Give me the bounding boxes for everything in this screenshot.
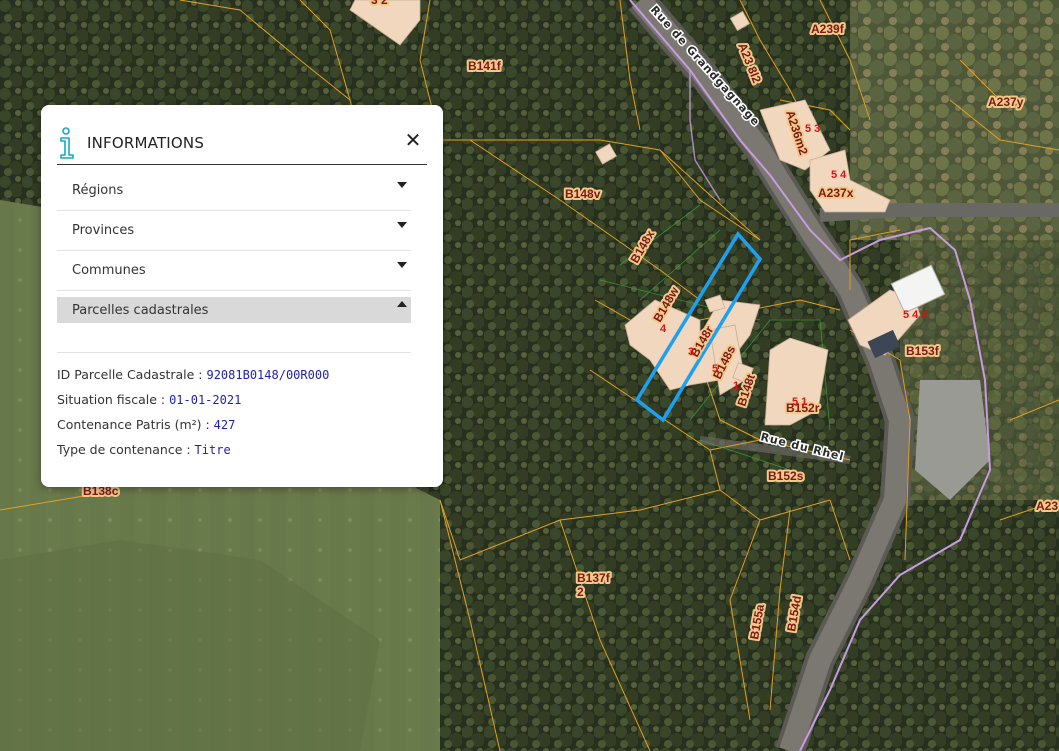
parcel-label: B153f — [906, 344, 940, 358]
section-label: Parcelles cadastrales — [72, 302, 209, 318]
parcel-label: B152s — [768, 469, 804, 483]
attribute-label: Contenance Patris (m²) : — [57, 417, 214, 432]
section-parcelles-cadastrales[interactable]: Parcelles cadastrales — [57, 291, 411, 353]
attribute-id-parcelle: ID Parcelle Cadastrale : 92081B0148/00R0… — [57, 367, 329, 382]
attribute-value: 92081B0148/00R000 — [206, 368, 330, 382]
house-number: 1 — [733, 380, 739, 392]
panel-content[interactable]: Régions Provinces Communes Parcelles cad… — [57, 171, 427, 471]
attribute-value: 01-01-2021 — [169, 393, 242, 407]
parcel-label: 3 2 — [371, 0, 388, 7]
section-communes[interactable]: Communes — [57, 251, 411, 291]
parcel-label: B148v — [565, 187, 601, 201]
attribute-label: Situation fiscale : — [57, 392, 170, 407]
attribute-label: ID Parcelle Cadastrale : — [57, 367, 207, 382]
attribute-contenance: Contenance Patris (m²) : 427 — [57, 417, 235, 432]
house-number: 5 4 — [831, 169, 847, 181]
section-label: Régions — [72, 182, 124, 198]
house-number: 4 — [660, 323, 667, 335]
panel-header: INFORMATIONS ✕ — [57, 121, 427, 165]
chevron-down-icon — [397, 222, 407, 228]
house-number: 5 4 A — [903, 309, 929, 321]
section-label: Communes — [72, 262, 146, 278]
section-regions[interactable]: Régions — [57, 171, 411, 211]
parcel-label: A237x — [818, 186, 854, 200]
panel-title: INFORMATIONS — [87, 133, 205, 152]
house-number: 5 1 — [792, 396, 807, 408]
chevron-up-icon — [397, 301, 407, 307]
attribute-value: Titre — [194, 443, 231, 457]
parcel-label: A237y — [988, 95, 1024, 109]
parcel-label: A23 — [1036, 499, 1058, 513]
section-provinces[interactable]: Provinces — [57, 211, 411, 251]
parcel-label: A239f — [811, 22, 845, 36]
attribute-type-contenance: Type de contenance : Titre — [57, 442, 231, 457]
attribute-label: Type de contenance : — [57, 442, 195, 457]
house-number: 5 — [712, 363, 718, 375]
section-label: Provinces — [72, 222, 135, 238]
chevron-down-icon — [397, 182, 407, 188]
parcel-label: B137f — [577, 571, 611, 585]
chevron-down-icon — [397, 262, 407, 268]
information-panel: INFORMATIONS ✕ Régions Provinces Commune… — [41, 105, 443, 487]
parcel-label: B141f — [468, 59, 502, 73]
info-icon — [57, 126, 77, 160]
attribute-situation-fiscale: Situation fiscale : 01-01-2021 — [57, 392, 241, 407]
attribute-value: 427 — [213, 418, 236, 432]
house-number: 3 — [688, 346, 694, 358]
parcel-label: 2 — [577, 585, 584, 599]
close-button[interactable]: ✕ — [403, 129, 423, 151]
house-number: 5 3 — [805, 123, 820, 135]
